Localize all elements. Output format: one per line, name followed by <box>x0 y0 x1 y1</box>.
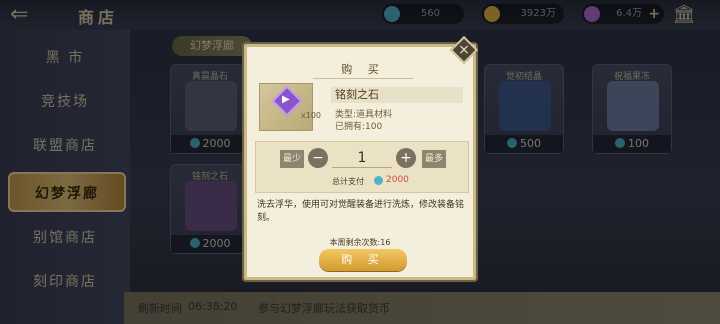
item-description: 洗去浮华，使用可对觉醒装备进行洗炼，修改装备铭刻。 <box>257 200 465 223</box>
total-value: 2000 <box>386 175 409 185</box>
quantity-panel: 最少 − 1 + 最多 总计支付 2000 <box>255 141 469 193</box>
quantity-value[interactable]: 1 <box>332 148 392 168</box>
item-count: x100 <box>301 111 322 120</box>
weekly-remaining: 本周剩余次数:16 <box>329 238 391 247</box>
close-icon[interactable]: × <box>454 40 474 60</box>
purchase-modal: 购 买 ▶ x100 铭刻之石 类型:道具材料 已拥有:100 最少 − 1 +… <box>244 44 476 280</box>
total-label: 总计支付 <box>332 177 364 186</box>
item-owned: 已拥有:100 <box>335 122 383 132</box>
quantity-max-button[interactable]: 最多 <box>422 150 446 168</box>
item-name: 铭刻之石 <box>331 87 463 103</box>
buy-button[interactable]: 购 买 <box>319 249 407 271</box>
gem-currency-icon <box>374 176 383 185</box>
item-frame: ▶ <box>259 83 313 131</box>
quantity-min-button[interactable]: 最少 <box>280 150 304 168</box>
modal-title: 购 买 <box>313 61 413 79</box>
play-glyph-icon: ▶ <box>282 94 290 105</box>
quantity-minus-button[interactable]: − <box>308 148 328 168</box>
quantity-plus-button[interactable]: + <box>396 148 416 168</box>
